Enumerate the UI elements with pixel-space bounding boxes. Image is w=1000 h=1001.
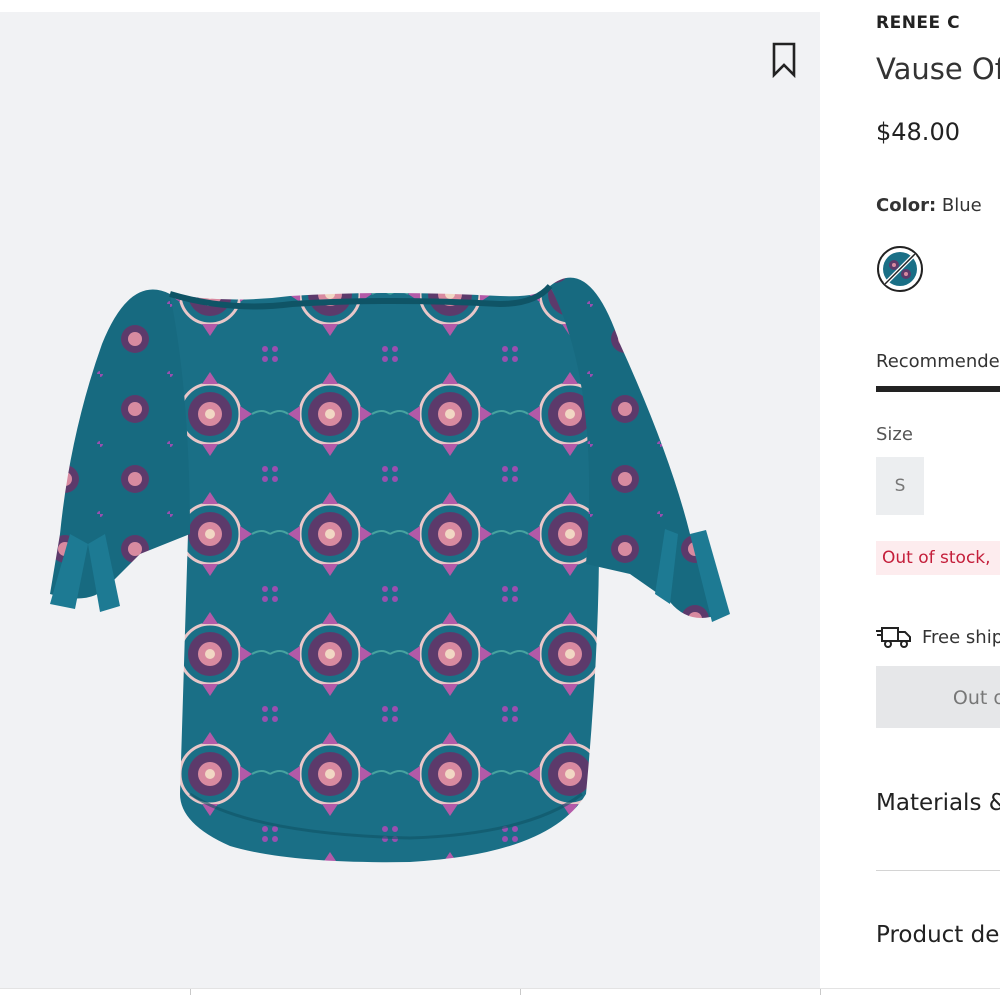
size-option-label: S	[894, 476, 906, 496]
shipping-info: Free shipping	[876, 624, 1000, 650]
divider-tick	[520, 989, 521, 995]
divider-tick	[820, 989, 821, 995]
bottom-edge	[0, 988, 1000, 1001]
color-label: Color:	[876, 195, 937, 216]
product-image-panel[interactable]	[0, 12, 820, 988]
size-label: Size	[876, 424, 913, 445]
add-to-bag-button[interactable]: Out of stock	[876, 666, 1000, 728]
section-divider	[876, 870, 1000, 871]
materials-section-toggle[interactable]: Materials &	[876, 790, 1000, 816]
color-swatch-blue[interactable]	[876, 245, 924, 293]
truck-icon	[876, 627, 911, 648]
shipping-text: Free shipping	[922, 626, 1000, 648]
active-tab-indicator	[876, 386, 1000, 392]
out-of-stock-alert: Out of stock,	[876, 541, 1000, 575]
brand-name[interactable]: RENEE C	[876, 13, 960, 33]
product-photo	[50, 277, 730, 863]
product-details-panel: RENEE C Vause Off $48.00 Color: Blue Rec…	[876, 0, 1000, 1000]
product-details-section-toggle[interactable]: Product details	[876, 922, 1000, 948]
bookmark-icon[interactable]	[770, 42, 798, 78]
divider-tick	[190, 989, 191, 995]
product-title: Vause Off	[876, 52, 1000, 86]
size-option-s[interactable]: S	[876, 457, 924, 515]
color-selection: Color: Blue	[876, 195, 982, 216]
product-price: $48.00	[876, 118, 960, 146]
tab-recommended[interactable]: Recommended	[876, 351, 1000, 372]
color-value: Blue	[941, 195, 982, 216]
